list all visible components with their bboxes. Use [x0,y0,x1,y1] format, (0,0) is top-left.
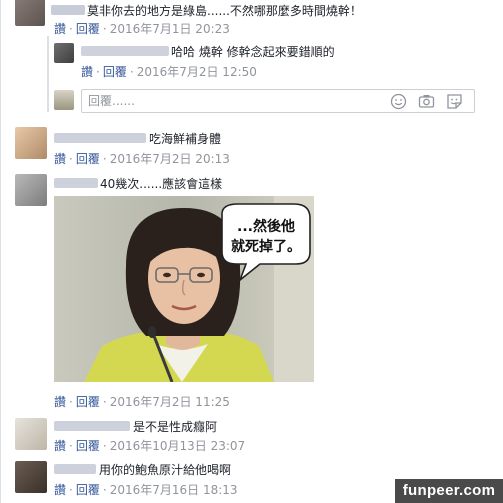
comment-actions: 讚 · 回覆 · 2016年7月16日 18:13 [54,483,238,497]
comment-actions: 讚 · 回覆 · 2016年7月2日 11:25 [54,395,230,409]
separator: · [102,483,107,497]
photo-caption-line-2: 就死掉了。 [231,238,301,255]
comment-timestamp[interactable]: 2016年7月2日 11:25 [110,395,230,409]
avatar[interactable] [54,43,74,63]
separator: · [102,22,107,36]
smile-icon[interactable] [390,93,407,110]
like-link[interactable]: 讚 [54,22,66,36]
comment-actions: 讚 · 回覆 · 2016年7月2日 12:50 [81,65,257,79]
separator: · [69,395,73,409]
separator: · [69,152,73,166]
like-link[interactable]: 讚 [54,152,66,166]
comment-timestamp[interactable]: 2016年7月16日 18:13 [110,483,238,497]
reply-link[interactable]: 回覆 [76,152,100,166]
reply-link[interactable]: 回覆 [103,65,127,79]
reply-box [81,89,475,113]
separator: · [96,65,100,79]
comment-text: 哈哈 燒幹 修幹念起來要錯順的 [171,45,335,59]
comment-text: 用你的鮑魚原汁給他喝啊 [99,463,232,477]
comment-timestamp[interactable]: 2016年7月2日 20:13 [110,152,230,166]
comment-actions: 讚 · 回覆 · 2016年7月1日 20:23 [54,22,230,36]
reply-thread-rail [47,36,49,112]
separator: · [129,65,134,79]
comment-text: 是不是性成癮阿 [133,420,218,434]
reply-link[interactable]: 回覆 [76,22,100,36]
comment-text: 40幾次......應該會這樣 [100,177,223,191]
commenter-name[interactable] [51,5,85,15]
separator: · [69,483,73,497]
commenter-name[interactable] [54,178,98,188]
separator: · [102,439,107,453]
like-link[interactable]: 讚 [54,439,66,453]
like-link[interactable]: 讚 [81,65,93,79]
comment-text: 吃海鮮補身體 [149,132,222,146]
comment-actions: 讚 · 回覆 · 2016年7月2日 20:13 [54,152,230,166]
avatar [54,90,74,110]
photo-caption-line-1: ...然後他 [237,218,295,235]
reply-input[interactable] [88,93,378,109]
commenter-name[interactable] [81,46,169,56]
reply-link[interactable]: 回覆 [76,439,100,453]
avatar[interactable] [15,127,47,159]
comment-actions: 讚 · 回覆 · 2016年10月13日 23:07 [54,439,245,453]
separator: · [69,22,73,36]
comment-timestamp[interactable]: 2016年10月13日 23:07 [110,439,245,453]
commenter-name[interactable] [54,421,130,431]
reply-link[interactable]: 回覆 [76,395,100,409]
commenter-name[interactable] [54,133,146,143]
commenter-name[interactable] [54,464,96,474]
separator: · [102,152,107,166]
separator: · [69,439,73,453]
comment-photo[interactable]: ...然後他 就死掉了。 [54,196,314,382]
comment-timestamp[interactable]: 2016年7月2日 12:50 [137,65,257,79]
avatar[interactable] [15,461,47,493]
comment-text: 莫非你去的地方是綠島......不然哪那麼多時間燒幹！ [87,4,362,18]
avatar[interactable] [15,418,47,450]
watermark: funpeer.com [395,479,503,503]
like-link[interactable]: 讚 [54,483,66,497]
avatar[interactable] [15,174,47,206]
separator: · [102,395,107,409]
reply-link[interactable]: 回覆 [76,483,100,497]
avatar[interactable] [15,0,45,26]
sticker-icon[interactable] [446,93,463,110]
comment-timestamp[interactable]: 2016年7月1日 20:23 [110,22,230,36]
comment-thread: 莫非你去的地方是綠島......不然哪那麼多時間燒幹！ 讚 · 回覆 · 2016年7月… [0,0,503,503]
camera-icon[interactable] [418,93,435,110]
like-link[interactable]: 讚 [54,395,66,409]
